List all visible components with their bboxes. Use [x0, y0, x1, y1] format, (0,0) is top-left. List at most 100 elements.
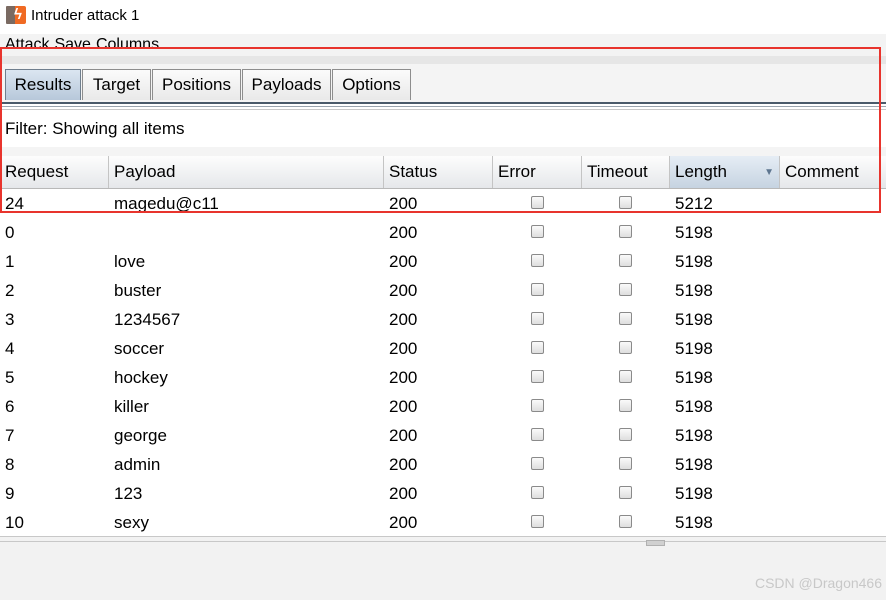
table-row[interactable]: 7 george 200 5198	[0, 421, 886, 450]
table-row[interactable]: 6 killer 200 5198	[0, 392, 886, 421]
error-checkbox[interactable]	[531, 457, 544, 470]
table-row[interactable]: 3 1234567 200 5198	[0, 305, 886, 334]
error-checkbox[interactable]	[531, 312, 544, 325]
timeout-checkbox[interactable]	[619, 196, 632, 209]
error-checkbox[interactable]	[531, 399, 544, 412]
table-row[interactable]: 5 hockey 200 5198	[0, 363, 886, 392]
column-header-request[interactable]: Request	[0, 156, 109, 188]
error-checkbox[interactable]	[531, 254, 544, 267]
table-gap	[0, 147, 886, 156]
error-checkbox[interactable]	[531, 428, 544, 441]
window-title: Intruder attack 1	[31, 6, 140, 24]
table-row[interactable]: 8 admin 200 5198	[0, 450, 886, 479]
table-row[interactable]: 10 sexy 200 5198	[0, 508, 886, 537]
column-header-timeout[interactable]: Timeout	[582, 156, 670, 188]
cell-payload: george	[114, 425, 167, 445]
error-checkbox[interactable]	[531, 486, 544, 499]
tab-results-label: Results	[14, 75, 72, 94]
tab-target[interactable]: Target	[82, 69, 151, 100]
cell-status: 200	[389, 425, 418, 445]
timeout-checkbox[interactable]	[619, 254, 632, 267]
cell-length: 5198	[675, 512, 713, 532]
cell-status: 200	[389, 338, 418, 358]
cell-request: 7	[5, 425, 15, 445]
pane-divider	[0, 541, 886, 542]
cell-payload: 123	[114, 483, 143, 503]
title-bar: ϟ Intruder attack 1	[0, 0, 886, 30]
cell-request: 9	[5, 483, 15, 503]
table-row[interactable]: 2 buster 200 5198	[0, 276, 886, 305]
cell-status: 200	[389, 222, 418, 242]
column-header-comment-label: Comment	[785, 162, 859, 181]
cell-length: 5198	[675, 396, 713, 416]
timeout-checkbox[interactable]	[619, 515, 632, 528]
table-row[interactable]: 9 123 200 5198	[0, 479, 886, 508]
column-header-comment[interactable]: Comment	[780, 156, 886, 188]
error-checkbox[interactable]	[531, 196, 544, 209]
menu-attack[interactable]: Attack	[5, 36, 49, 54]
filter-bar[interactable]: Filter: Showing all items	[0, 109, 886, 148]
column-header-error-label: Error	[498, 162, 536, 181]
timeout-checkbox[interactable]	[619, 341, 632, 354]
cell-payload: 1234567	[114, 309, 181, 329]
error-checkbox[interactable]	[531, 515, 544, 528]
cell-payload: sexy	[114, 512, 149, 532]
timeout-checkbox[interactable]	[619, 428, 632, 441]
cell-payload: killer	[114, 396, 149, 416]
results-table-body: 24 magedu@c11 200 5212 0 200 5198 1 love 200 5198 2…	[0, 189, 886, 537]
timeout-checkbox[interactable]	[619, 399, 632, 412]
tab-positions-label: Positions	[162, 75, 231, 94]
cell-length: 5198	[675, 338, 713, 358]
tab-target-label: Target	[92, 75, 141, 94]
column-header-length[interactable]: Length ▼	[670, 156, 780, 188]
timeout-checkbox[interactable]	[619, 486, 632, 499]
cell-request: 5	[5, 367, 15, 387]
cell-status: 200	[389, 193, 418, 213]
tab-bar: Results Target Positions Payloads Option…	[0, 64, 886, 102]
menu-columns[interactable]: Columns	[96, 36, 159, 54]
burp-app-icon: ϟ	[6, 5, 26, 25]
splitter-handle[interactable]	[646, 540, 665, 546]
timeout-checkbox[interactable]	[619, 457, 632, 470]
error-checkbox[interactable]	[531, 283, 544, 296]
cell-length: 5198	[675, 425, 713, 445]
table-row[interactable]: 24 magedu@c11 200 5212	[0, 189, 886, 218]
error-checkbox[interactable]	[531, 341, 544, 354]
column-header-request-label: Request	[5, 162, 69, 181]
tab-options-label: Options	[342, 75, 401, 94]
error-checkbox[interactable]	[531, 225, 544, 238]
column-header-length-label: Length	[675, 162, 727, 181]
error-checkbox[interactable]	[531, 370, 544, 383]
menu-save[interactable]: Save	[54, 36, 90, 54]
table-row[interactable]: 0 200 5198	[0, 218, 886, 247]
watermark: CSDN @Dragon466	[754, 575, 882, 591]
cell-request: 2	[5, 280, 15, 300]
cell-length: 5198	[675, 280, 713, 300]
tab-positions[interactable]: Positions	[152, 69, 241, 100]
results-table-header: Request Payload Status Error Timeout Len…	[0, 156, 886, 189]
tab-results[interactable]: Results	[5, 69, 81, 100]
cell-request: 0	[5, 222, 15, 242]
cell-status: 200	[389, 280, 418, 300]
timeout-checkbox[interactable]	[619, 312, 632, 325]
cell-request: 4	[5, 338, 15, 358]
cell-payload: love	[114, 251, 146, 271]
timeout-checkbox[interactable]	[619, 225, 632, 238]
cell-request: 24	[5, 193, 24, 213]
table-row[interactable]: 4 soccer 200 5198	[0, 334, 886, 363]
tab-payloads-label: Payloads	[251, 75, 322, 94]
tab-options[interactable]: Options	[332, 69, 411, 100]
tab-payloads[interactable]: Payloads	[242, 69, 331, 100]
column-header-error[interactable]: Error	[493, 156, 582, 188]
column-header-status[interactable]: Status	[384, 156, 493, 188]
cell-length: 5198	[675, 367, 713, 387]
column-header-payload[interactable]: Payload	[109, 156, 384, 188]
tab-divider-secondary	[0, 106, 886, 107]
timeout-checkbox[interactable]	[619, 283, 632, 296]
cell-status: 200	[389, 483, 418, 503]
request-response-pane	[0, 536, 886, 600]
table-row[interactable]: 1 love 200 5198	[0, 247, 886, 276]
cell-payload: soccer	[114, 338, 165, 358]
cell-status: 200	[389, 454, 418, 474]
timeout-checkbox[interactable]	[619, 370, 632, 383]
